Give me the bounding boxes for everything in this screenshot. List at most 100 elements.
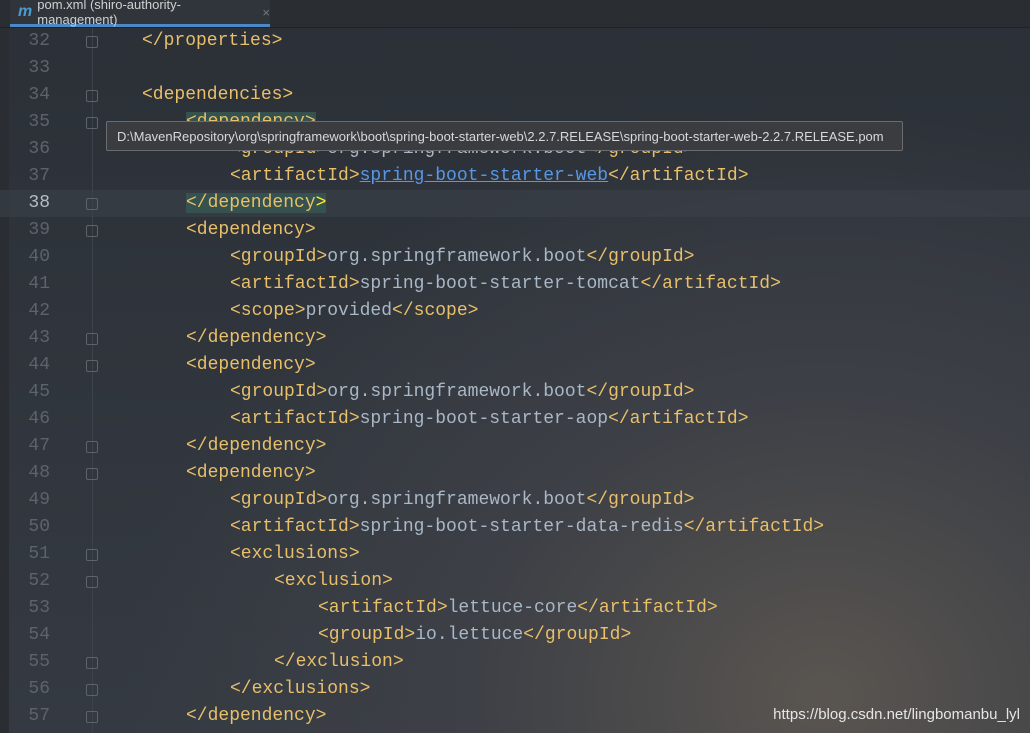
code-text: <artifactId>spring-boot-starter-tomcat</… [230, 271, 781, 298]
code-line[interactable]: 55 </exclusion> [0, 649, 1030, 676]
line-number: 46 [20, 406, 50, 433]
code-token: org.springframework.boot [327, 247, 586, 267]
code-token: </exclusions> [230, 679, 370, 699]
code-line[interactable]: 43</dependency> [0, 325, 1030, 352]
code-token: </groupId> [586, 247, 694, 267]
code-token: <dependency> [186, 355, 316, 375]
code-line[interactable]: 47</dependency> [0, 433, 1030, 460]
code-text: <artifactId>spring-boot-starter-data-red… [230, 514, 824, 541]
fold-icon[interactable] [86, 657, 98, 669]
code-line[interactable]: 49<groupId>org.springframework.boot</gro… [0, 487, 1030, 514]
fold-icon[interactable] [86, 711, 98, 723]
code-line[interactable]: 38 </dependency> [0, 190, 1030, 217]
fold-icon[interactable] [86, 90, 98, 102]
line-number: 45 [20, 379, 50, 406]
code-text: </properties> [142, 28, 282, 55]
line-number: 51 [20, 541, 50, 568]
code-token: </artifactId> [608, 166, 748, 186]
code-token: </artifactId> [684, 517, 824, 537]
code-line[interactable]: 37<artifactId>spring-boot-starter-web</a… [0, 163, 1030, 190]
code-token: spring-boot-starter-data-redis [360, 517, 684, 537]
fold-icon[interactable] [86, 549, 98, 561]
code-line[interactable]: 44 <dependency> [0, 352, 1030, 379]
code-text: <groupId>io.lettuce</groupId> [318, 622, 631, 649]
code-line[interactable]: 46 <artifactId>spring-boot-starter-aop</a… [0, 406, 1030, 433]
fold-icon[interactable] [86, 441, 98, 453]
fold-icon[interactable] [86, 36, 98, 48]
code-token: spring-boot-starter-aop [360, 409, 608, 429]
code-token: </groupId> [586, 490, 694, 510]
code-text: <groupId>org.springframework.boot</group… [230, 487, 695, 514]
code-token: <artifactId> [318, 598, 448, 618]
code-text: <artifactId>spring-boot-starter-aop</art… [230, 406, 749, 433]
line-number: 52 [20, 568, 50, 595]
code-text: <scope>provided</scope> [230, 298, 478, 325]
tab-title: pom.xml (shiro-authority-management) [37, 0, 254, 27]
code-token: > [316, 193, 327, 213]
code-token: org.springframework.boot [327, 382, 586, 402]
code-token: spring-boot-starter-tomcat [360, 274, 641, 294]
code-token: io.lettuce [415, 625, 523, 645]
code-line[interactable]: 34 <dependencies> [0, 82, 1030, 109]
line-number: 42 [20, 298, 50, 325]
code-text: <exclusion> [274, 568, 393, 595]
code-line[interactable]: 54<groupId>io.lettuce</groupId> [0, 622, 1030, 649]
fold-icon[interactable] [86, 360, 98, 372]
code-text: <artifactId>spring-boot-starter-web</art… [230, 163, 749, 190]
fold-icon[interactable] [86, 117, 98, 129]
code-token: </groupId> [523, 625, 631, 645]
code-token: </artifactId> [577, 598, 717, 618]
code-token: <dependency> [186, 463, 316, 483]
code-token: </dependency> [186, 328, 326, 348]
code-token: lettuce-core [448, 598, 578, 618]
line-number: 48 [20, 460, 50, 487]
code-text: <dependency> [186, 217, 316, 244]
code-text: <dependencies> [142, 82, 293, 109]
code-line[interactable]: 56</exclusions> [0, 676, 1030, 703]
code-line[interactable]: 51 <exclusions> [0, 541, 1030, 568]
code-line[interactable]: 39<dependency> [0, 217, 1030, 244]
code-token: provided [306, 301, 392, 321]
code-token: <exclusions> [230, 544, 360, 564]
line-number: 53 [20, 595, 50, 622]
code-token: <dependencies> [142, 85, 293, 105]
code-text: </dependency> [186, 190, 326, 217]
code-token: <artifactId> [230, 274, 360, 294]
code-token: </exclusion> [274, 652, 404, 672]
code-line[interactable]: 53 <artifactId>lettuce-core</artifactId> [0, 595, 1030, 622]
fold-icon[interactable] [86, 333, 98, 345]
code-token: </dependency> [186, 706, 326, 726]
fold-icon[interactable] [86, 684, 98, 696]
close-icon[interactable]: × [262, 5, 270, 20]
fold-icon[interactable] [86, 225, 98, 237]
code-line[interactable]: 42 <scope>provided</scope> [0, 298, 1030, 325]
code-text: <artifactId>lettuce-core</artifactId> [318, 595, 718, 622]
line-number: 33 [20, 55, 50, 82]
code-text: </dependency> [186, 703, 326, 730]
code-token: org.springframework.boot [327, 490, 586, 510]
code-line[interactable]: 52 <exclusion> [0, 568, 1030, 595]
code-token: <artifactId> [230, 166, 360, 186]
fold-icon[interactable] [86, 468, 98, 480]
line-number: 34 [20, 82, 50, 109]
code-token: </artifactId> [608, 409, 748, 429]
line-number: 44 [20, 352, 50, 379]
code-token: <dependency> [186, 220, 316, 240]
line-number: 38 [20, 190, 50, 217]
code-token: </artifactId> [640, 274, 780, 294]
code-line[interactable]: 45<groupId>org.springframework.boot</gro… [0, 379, 1030, 406]
code-line[interactable]: 50<artifactId>spring-boot-starter-data-r… [0, 514, 1030, 541]
line-number: 40 [20, 244, 50, 271]
fold-icon[interactable] [86, 576, 98, 588]
line-number: 55 [20, 649, 50, 676]
code-token: <groupId> [230, 490, 327, 510]
code-line[interactable]: 33 [0, 55, 1030, 82]
tab-pom-xml[interactable]: m pom.xml (shiro-authority-management) × [10, 0, 270, 27]
code-line[interactable]: 41<artifactId>spring-boot-starter-tomcat… [0, 271, 1030, 298]
artifact-link[interactable]: spring-boot-starter-web [360, 166, 608, 186]
code-token: </dependency> [186, 436, 326, 456]
code-line[interactable]: 48 <dependency> [0, 460, 1030, 487]
fold-icon[interactable] [86, 198, 98, 210]
code-line[interactable]: 32</properties> [0, 28, 1030, 55]
code-line[interactable]: 40<groupId>org.springframework.boot</gro… [0, 244, 1030, 271]
